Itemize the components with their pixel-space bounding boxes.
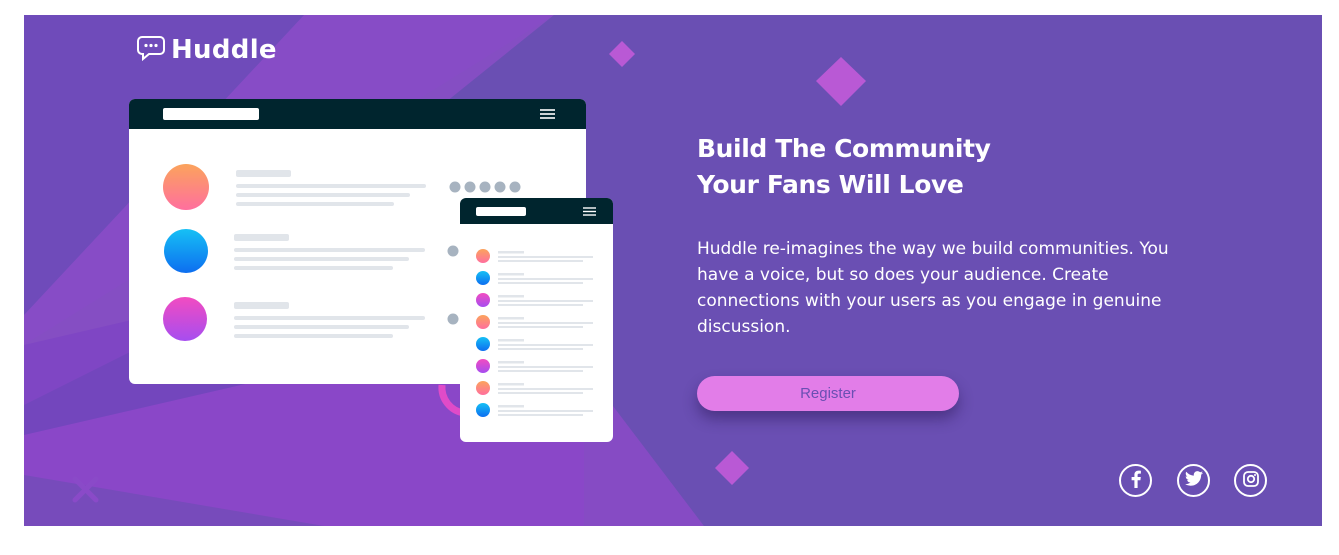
instagram-link[interactable]: [1234, 464, 1267, 497]
facebook-icon: [1130, 470, 1142, 492]
twitter-link[interactable]: [1177, 464, 1210, 497]
register-button[interactable]: Register: [697, 376, 959, 411]
hero-headline: Build The Community Your Fans Will Love: [697, 131, 1057, 203]
mockup-illustration: [129, 99, 613, 442]
headline-line-1: Build The Community: [697, 134, 991, 163]
instagram-icon: [1242, 470, 1259, 491]
mobile-mockup: [460, 198, 613, 442]
hero-section: Huddle Build The Community Your Fans Wil…: [24, 15, 1322, 526]
facebook-link[interactable]: [1119, 464, 1152, 497]
hero-description: Huddle re-imagines the way we build comm…: [697, 239, 1169, 337]
twitter-icon: [1184, 471, 1203, 490]
headline-line-2: Your Fans Will Love: [697, 170, 964, 199]
